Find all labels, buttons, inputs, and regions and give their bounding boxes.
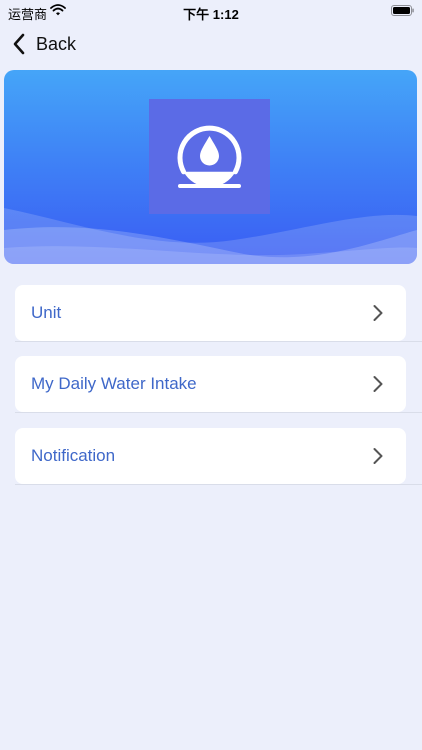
chevron-right-icon [373,376,383,392]
menu-item-notification[interactable]: Notification [15,428,406,484]
menu-item-daily-water-intake[interactable]: My Daily Water Intake [15,356,406,412]
back-button[interactable]: Back [12,31,76,57]
menu-item-unit[interactable]: Unit [15,285,406,341]
row-divider [15,412,422,413]
menu-item-label: Unit [31,303,62,322]
chevron-right-icon [373,448,383,464]
water-drop-icon [177,125,242,188]
app-logo [149,99,270,214]
status-bar: 运营商 下午 1:12 [0,0,422,24]
row-divider [15,484,422,485]
menu-item-label: Notification [31,446,116,465]
status-time: 下午 1:12 [183,7,239,22]
header-banner [4,70,417,264]
row-divider [15,341,422,342]
battery-icon [391,5,414,16]
back-label: Back [36,33,77,54]
menu-item-label: My Daily Water Intake [31,374,197,393]
chevron-left-icon [13,33,25,55]
chevron-right-icon [373,305,383,321]
